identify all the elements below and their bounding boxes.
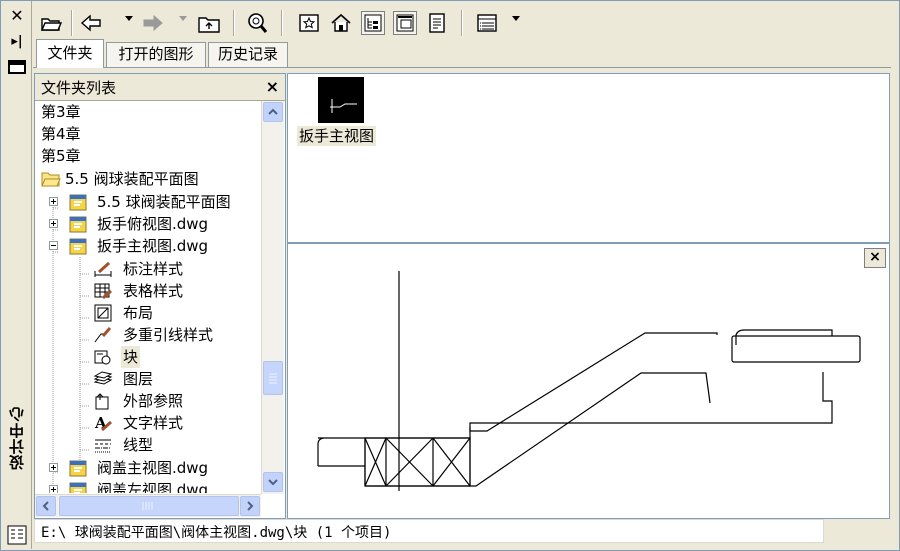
back-dropdown-icon[interactable]: [125, 16, 133, 21]
list-item[interactable]: 5.5 阀球装配平面图: [35, 168, 261, 190]
list-item[interactable]: A 文字样式: [35, 412, 261, 434]
collapse-icon[interactable]: [49, 241, 58, 250]
hscroll-thumb[interactable]: [59, 496, 239, 516]
folder-list-close-icon[interactable]: ×: [266, 77, 279, 96]
list-item[interactable]: 块: [35, 346, 261, 368]
list-item[interactable]: 阀盖左视图.dwg: [35, 479, 261, 493]
preview-panel: ×: [287, 243, 890, 519]
list-item[interactable]: 外部参照: [35, 390, 261, 412]
list-item[interactable]: 多重引线样式: [35, 324, 261, 346]
views-icon[interactable]: [475, 11, 499, 35]
expand-icon[interactable]: [49, 219, 58, 228]
content-panel: 扳手主视图: [287, 73, 890, 243]
load-icon[interactable]: [39, 11, 63, 35]
status-path: E:\ 球阀装配平面图\阀体主视图.dwg\块 (1 个项目): [41, 525, 392, 541]
list-item[interactable]: 扳手俯视图.dwg: [35, 213, 261, 235]
palette-title: 设计中心: [8, 406, 26, 470]
preview-icon[interactable]: [393, 11, 417, 35]
palette-strip: ✕ ▸| 设计中心: [1, 1, 32, 549]
folder-list-panel: 文件夹列表 × 第3章 第4章 第5章 5.5 阀球装配平面图 5.5 球阀装配…: [34, 73, 286, 519]
scroll-left-icon[interactable]: [36, 496, 56, 516]
text-style-icon: A: [93, 414, 112, 432]
list-item[interactable]: 扳手主视图.dwg: [35, 235, 261, 257]
dwg-file-icon: [68, 237, 87, 255]
layout-icon: [93, 304, 112, 322]
block-thumbnail[interactable]: [318, 77, 364, 123]
scroll-right-icon[interactable]: [240, 496, 260, 516]
home-icon[interactable]: [329, 11, 353, 35]
forward-dropdown-icon: [179, 16, 187, 21]
block-icon: [93, 348, 111, 366]
favorites-icon[interactable]: [297, 11, 321, 35]
dwg-file-icon: [68, 459, 87, 477]
search-icon[interactable]: [245, 11, 269, 35]
scroll-up-icon[interactable]: [263, 102, 283, 122]
tab-open-drawings[interactable]: 打开的图形: [106, 42, 206, 67]
layers-icon: [93, 370, 113, 388]
folder-list-header: 文件夹列表 ×: [35, 74, 285, 101]
folder-tree-vscrollbar[interactable]: [261, 101, 284, 494]
description-icon[interactable]: [425, 11, 449, 35]
dwg-file-icon: [68, 193, 87, 211]
palette-close-icon[interactable]: ✕: [7, 7, 27, 25]
folder-tree-hscrollbar[interactable]: [35, 494, 261, 517]
list-item[interactable]: 5.5 球阀装配平面图: [35, 191, 261, 213]
list-item[interactable]: 布局: [35, 302, 261, 324]
status-bar: E:\ 球阀装配平面图\阀体主视图.dwg\块 (1 个项目): [34, 519, 824, 543]
tree-toggle-icon[interactable]: [361, 11, 385, 35]
expand-icon[interactable]: [49, 463, 58, 472]
toolbar: [33, 4, 893, 40]
views-dropdown-icon[interactable]: [512, 16, 520, 21]
list-item[interactable]: 线型: [35, 434, 261, 456]
folder-list-title: 文件夹列表: [41, 79, 117, 97]
up-icon[interactable]: [197, 11, 221, 35]
list-item[interactable]: 标注样式: [35, 258, 261, 280]
open-folder-icon: [41, 170, 61, 188]
svg-text:A: A: [94, 414, 107, 432]
tab-history[interactable]: 历史记录: [208, 42, 288, 67]
properties-icon[interactable]: [7, 59, 27, 77]
dwg-file-icon: [68, 481, 87, 493]
scroll-down-icon[interactable]: [263, 472, 283, 492]
preview-drawing: [317, 271, 861, 491]
tab-folders[interactable]: 文件夹: [36, 39, 104, 68]
scroll-thumb[interactable]: [263, 361, 283, 395]
table-style-icon: [93, 282, 112, 300]
forward-icon[interactable]: [141, 11, 165, 35]
expand-icon[interactable]: [49, 197, 58, 206]
list-item[interactable]: 阀盖主视图.dwg: [35, 457, 261, 479]
expand-icon[interactable]: [49, 485, 58, 493]
list-item[interactable]: 表格样式: [35, 280, 261, 302]
linetype-icon: [93, 436, 111, 454]
back-icon[interactable]: [79, 11, 103, 35]
auto-hide-icon[interactable]: ▸|: [7, 33, 27, 51]
dimension-style-icon: [93, 260, 112, 278]
block-item-label[interactable]: 扳手主视图: [297, 126, 377, 146]
dwg-file-icon: [68, 215, 87, 233]
multileader-style-icon: [93, 326, 112, 344]
xref-icon: [93, 392, 111, 410]
folder-tree: 第3章 第4章 第5章 5.5 阀球装配平面图 5.5 球阀装配平面图 扳手俯视…: [35, 101, 261, 493]
palette-settings-icon[interactable]: [7, 525, 27, 545]
list-item[interactable]: 图层: [35, 368, 261, 390]
